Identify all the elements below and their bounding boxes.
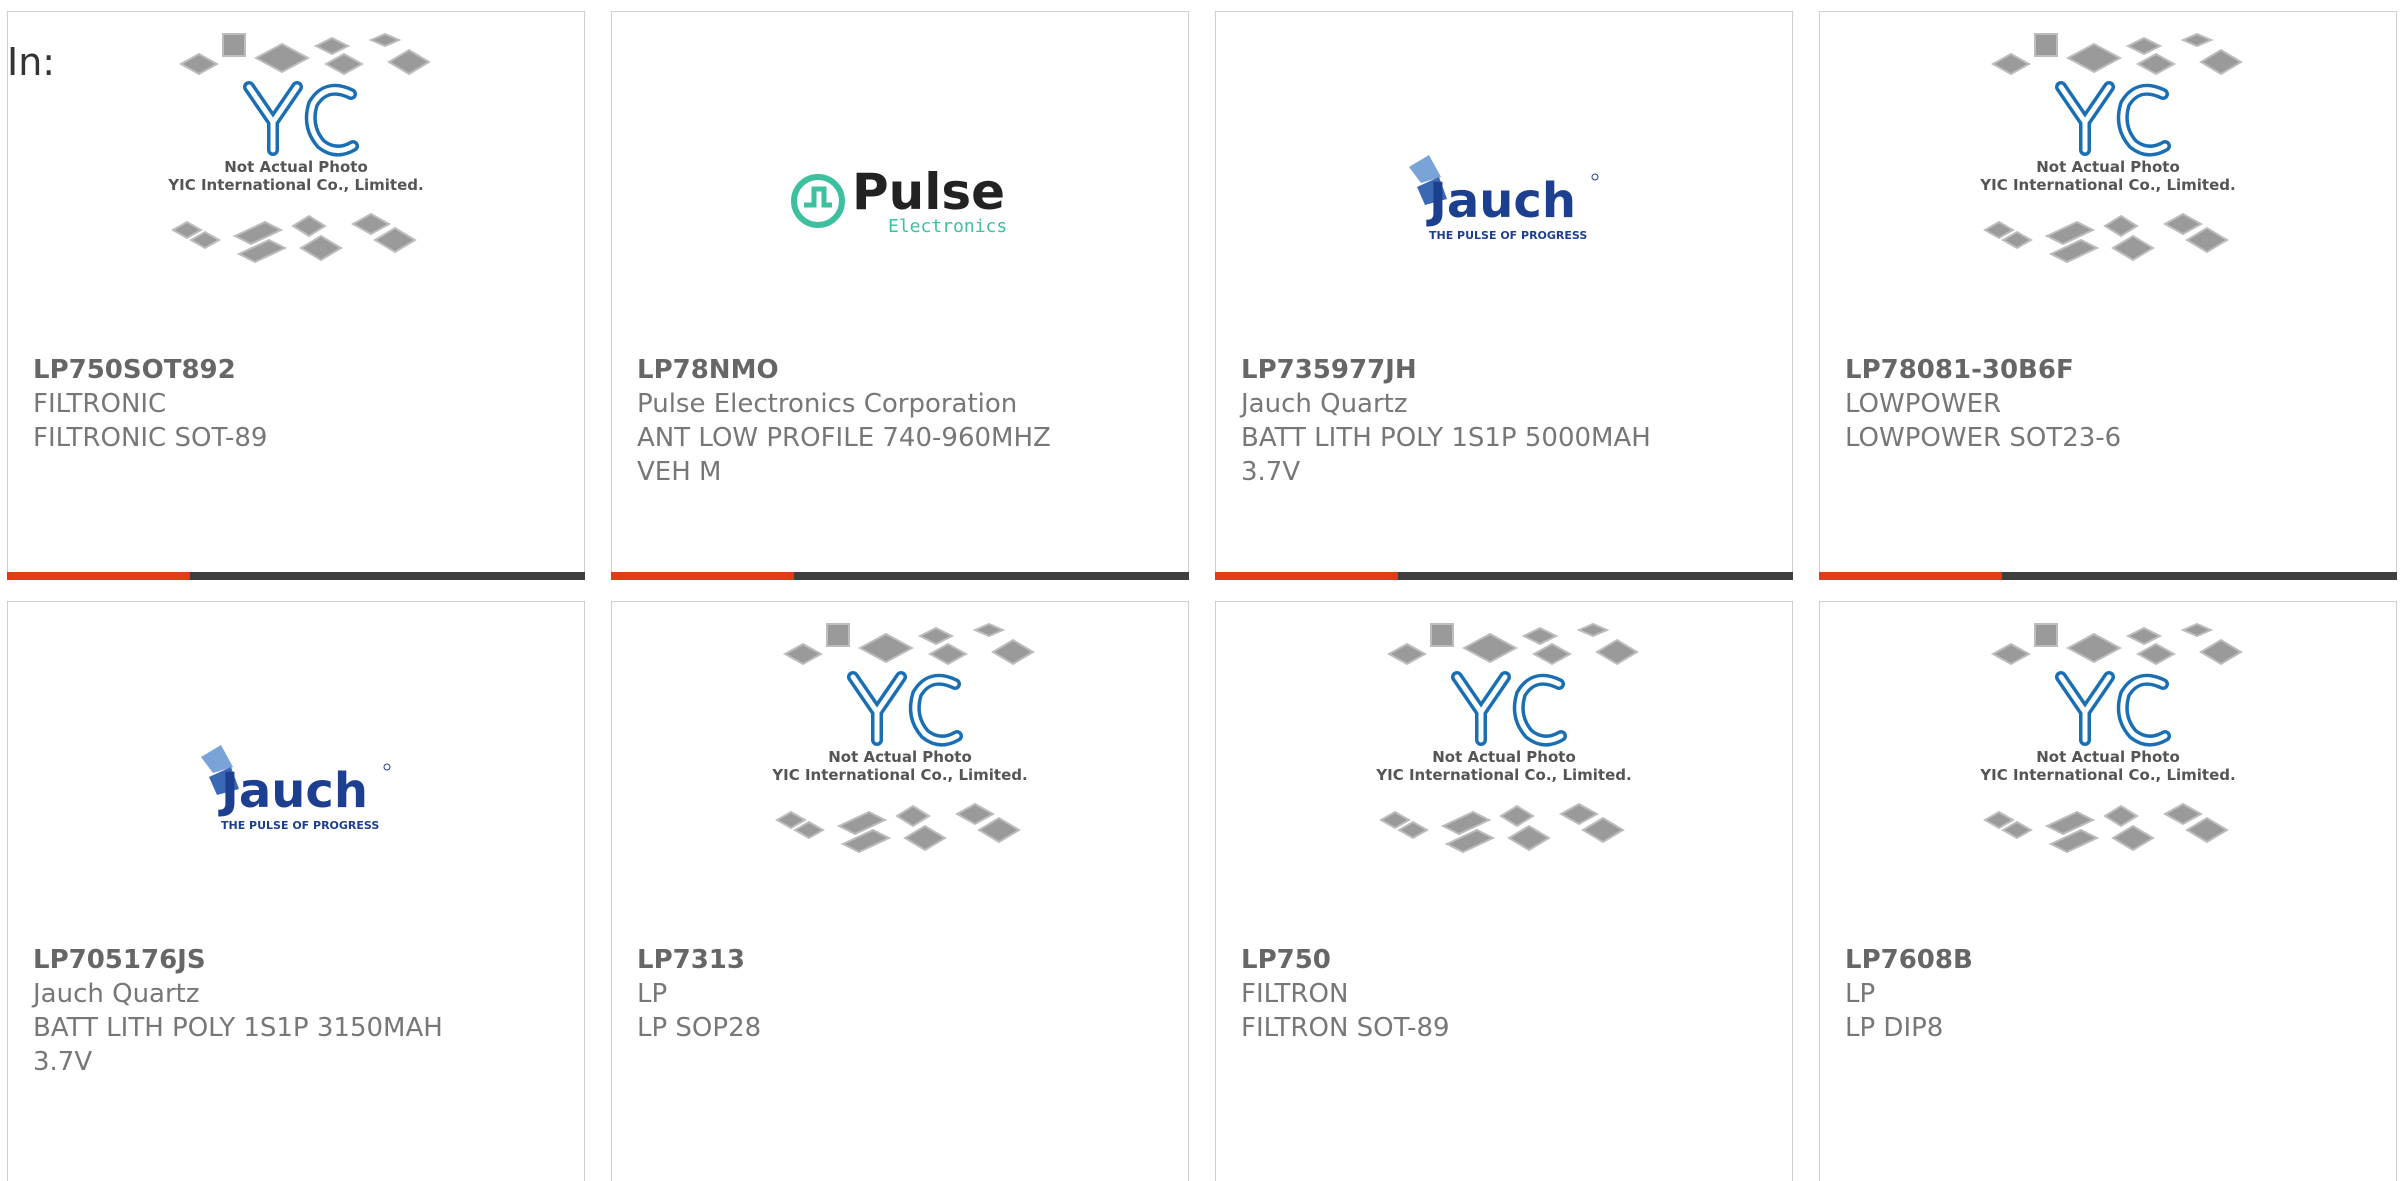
yic-company-text: YIC International Co., Limited.	[771, 766, 1027, 784]
not-actual-photo-text: Not Actual Photo	[828, 748, 972, 766]
description-cont: 3.7V	[1241, 457, 1301, 487]
manufacturer: Pulse Electronics Corporation	[637, 389, 1018, 419]
product-image[interactable]: Not Actual Photo YIC International Co., L…	[1820, 622, 2396, 942]
card-footer-bar	[611, 572, 1189, 580]
jauch-logo-tagline: THE PULSE OF PROGRESS	[221, 819, 379, 832]
not-actual-photo-text: Not Actual Photo	[1432, 748, 1576, 766]
jauch-logo-text: Jauch	[1426, 173, 1576, 229]
product-image[interactable]: Pulse Electronics	[612, 32, 1188, 352]
product-card[interactable]: Not Actual Photo YIC International Co., L…	[611, 601, 1189, 1181]
not-actual-photo-text: Not Actual Photo	[224, 158, 368, 176]
not-actual-photo-text: Not Actual Photo	[2036, 748, 2180, 766]
jauch-logo: Jauch THE PULSE OF PROGRESS	[201, 745, 391, 832]
product-image[interactable]: Not Actual Photo YIC International Co., L…	[1216, 622, 1792, 942]
yic-placeholder-image: Not Actual PhotoYIC International Co., L…	[1979, 622, 2243, 854]
jauch-logo-tagline: THE PULSE OF PROGRESS	[1429, 229, 1587, 242]
card-accent	[1819, 572, 2002, 580]
manufacturer: FILTRONIC	[33, 389, 167, 419]
not-actual-photo-text: Not Actual Photo	[2036, 158, 2180, 176]
yic-company-text: YIC International Co., Limited.	[167, 176, 423, 194]
product-image[interactable]: Not Actual Photo YIC International Co., L…	[8, 32, 584, 352]
yic-company-text: YIC International Co., Limited.	[1375, 766, 1631, 784]
card-footer-bar	[1819, 572, 2397, 580]
part-number-link[interactable]: LP705176JS	[33, 943, 564, 977]
description: FILTRON SOT-89	[1241, 1013, 1450, 1043]
product-card[interactable]: Pulse Electronics LP78NMO Pulse Electron…	[611, 11, 1189, 580]
yic-placeholder-image: Not Actual PhotoYIC International Co., L…	[771, 622, 1035, 854]
product-image[interactable]: Jauch THE PULSE OF PROGRESS	[1216, 32, 1792, 352]
product-card[interactable]: Not Actual Photo YIC International Co., L…	[1819, 11, 2397, 580]
description: BATT LITH POLY 1S1P 3150MAH	[33, 1013, 443, 1043]
card-footer-bar	[1215, 572, 1793, 580]
manufacturer: Jauch Quartz	[1241, 389, 1408, 419]
description: FILTRONIC SOT-89	[33, 423, 268, 453]
card-footer-bar	[7, 572, 585, 580]
pulse-logo: Pulse Electronics	[791, 163, 1007, 237]
pulse-logo-text: Pulse	[852, 163, 1005, 221]
part-number-link[interactable]: LP78NMO	[637, 353, 1168, 387]
part-number-link[interactable]: LP750	[1241, 943, 1772, 977]
pulse-logo-subtext: Electronics	[888, 216, 1007, 237]
yic-placeholder-image: Not Actual PhotoYIC International Co., L…	[1979, 32, 2243, 264]
description: ANT LOW PROFILE 740-960MHZ	[637, 423, 1051, 453]
product-card[interactable]: Not Actual Photo YIC International Co., L…	[1215, 601, 1793, 1181]
description: LP DIP8	[1845, 1013, 1944, 1043]
yic-placeholder-image: Not Actual PhotoYIC International Co., L…	[167, 32, 431, 264]
card-accent	[611, 572, 794, 580]
part-number-link[interactable]: LP735977JH	[1241, 353, 1772, 387]
description-cont: 3.7V	[33, 1047, 93, 1077]
yic-company-text: YIC International Co., Limited.	[1979, 176, 2235, 194]
product-card[interactable]: Not Actual Photo YIC International Co., L…	[1819, 601, 2397, 1181]
manufacturer: LP	[637, 979, 668, 1009]
product-card[interactable]: Jauch THE PULSE OF PROGRESS LP705176JS J…	[7, 601, 585, 1181]
description-cont: VEH M	[637, 457, 722, 487]
manufacturer: Jauch Quartz	[33, 979, 200, 1009]
part-number-link[interactable]: LP78081-30B6F	[1845, 353, 2376, 387]
results-label: In:	[7, 40, 56, 84]
description: BATT LITH POLY 1S1P 5000MAH	[1241, 423, 1651, 453]
product-image[interactable]: Jauch THE PULSE OF PROGRESS	[8, 622, 584, 942]
manufacturer: LOWPOWER	[1845, 389, 2002, 419]
jauch-logo-text: Jauch	[218, 763, 368, 819]
manufacturer: LP	[1845, 979, 1876, 1009]
card-accent	[1215, 572, 1398, 580]
card-accent	[7, 572, 190, 580]
jauch-logo: Jauch THE PULSE OF PROGRESS	[1409, 155, 1599, 242]
part-number-link[interactable]: LP7608B	[1845, 943, 2376, 977]
yic-company-text: YIC International Co., Limited.	[1979, 766, 2235, 784]
description: LP SOP28	[637, 1013, 762, 1043]
product-card[interactable]: Jauch THE PULSE OF PROGRESS LP735977JH J…	[1215, 11, 1793, 580]
product-image[interactable]: Not Actual Photo YIC International Co., L…	[1820, 32, 2396, 352]
manufacturer: FILTRON	[1241, 979, 1349, 1009]
product-card[interactable]: Not Actual Photo YIC International Co., L…	[7, 11, 585, 580]
product-image[interactable]: Not Actual Photo YIC International Co., L…	[612, 622, 1188, 942]
part-number-link[interactable]: LP750SOT892	[33, 353, 564, 387]
part-number-link[interactable]: LP7313	[637, 943, 1168, 977]
description: LOWPOWER SOT23-6	[1845, 423, 2122, 453]
yic-placeholder-image: Not Actual PhotoYIC International Co., L…	[1375, 622, 1639, 854]
